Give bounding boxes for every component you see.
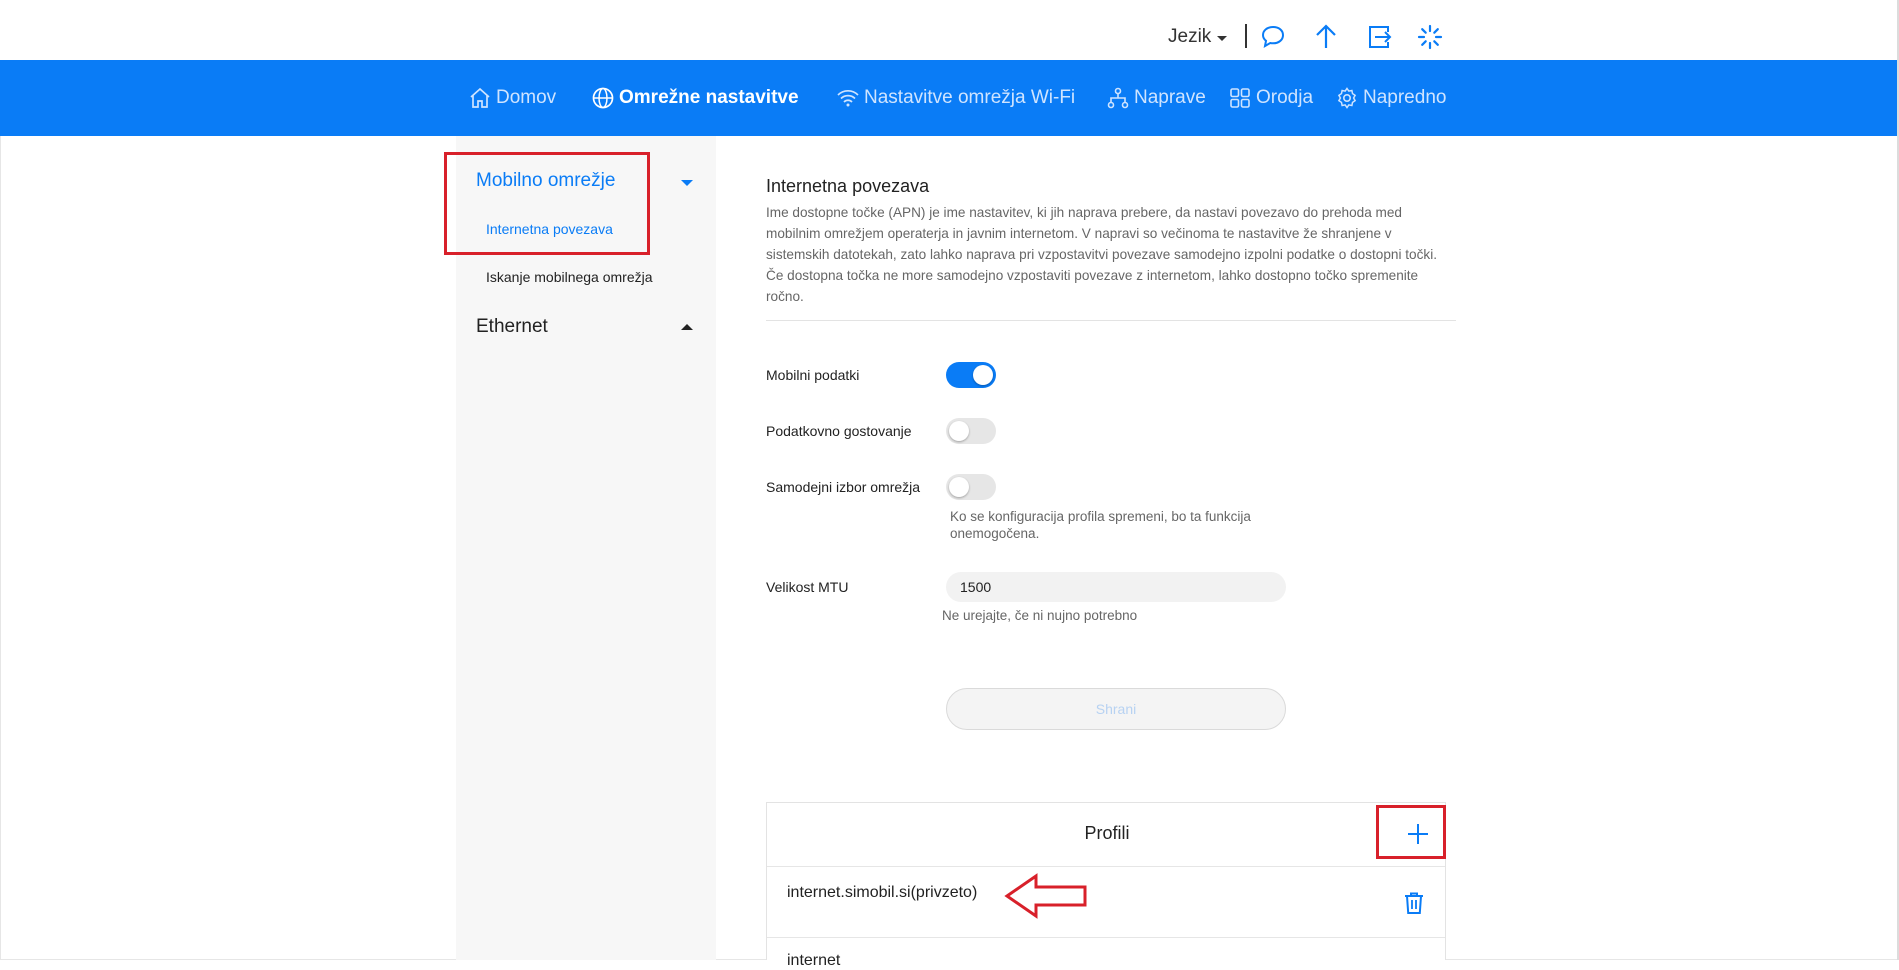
sidebar-item-label: Iskanje mobilnega omrežja <box>486 269 653 285</box>
divider <box>767 937 1445 938</box>
auto-network-toggle[interactable] <box>946 474 996 500</box>
devices-icon <box>1107 87 1129 109</box>
toggle-knob <box>949 421 969 441</box>
profiles-title: Profili <box>1084 823 1130 843</box>
mtu-input[interactable] <box>946 572 1286 602</box>
top-bar: Jezik <box>0 0 1899 60</box>
annotation-highlight-box <box>1376 805 1446 859</box>
nav-item-network-settings[interactable]: Omrežne nastavitve <box>591 60 799 136</box>
mobile-data-toggle[interactable] <box>946 362 996 388</box>
nav-item-advanced[interactable]: Napredno <box>1335 60 1446 136</box>
page-description: Ime dostopne točke (APN) je ime nastavit… <box>766 205 1438 304</box>
chevron-down-icon <box>1217 36 1228 41</box>
upload-icon[interactable] <box>1311 22 1341 52</box>
chevron-up-icon[interactable] <box>681 324 693 330</box>
nav-item-label: Naprave <box>1134 87 1206 108</box>
sidebar: Mobilno omrežje Internetna povezava Iska… <box>456 136 716 960</box>
profiles-card: Profili internet.simobil.si(privzeto) in… <box>766 802 1446 969</box>
nav-item-label: Omrežne nastavitve <box>619 87 799 108</box>
mtu-label: Velikost MTU <box>766 579 849 595</box>
profile-name: internet <box>787 952 841 969</box>
divider <box>767 866 1445 867</box>
divider <box>766 320 1456 321</box>
nav-item-label: Orodja <box>1256 87 1314 108</box>
nav-item-label: Domov <box>496 87 557 108</box>
sidebar-item-network-search[interactable]: Iskanje mobilnega omrežja <box>486 269 653 285</box>
language-label: Jezik <box>1168 26 1212 47</box>
auto-network-label: Samodejni izbor omrežja <box>766 479 921 495</box>
nav-item-home[interactable]: Domov <box>468 60 556 136</box>
annotation-highlight-box <box>444 152 650 255</box>
mtu-hint: Ne urejajte, če ni nujno potrebno <box>942 608 1138 623</box>
sidebar-group-ethernet[interactable]: Ethernet <box>476 316 548 338</box>
language-selector[interactable]: Jezik <box>1168 26 1228 48</box>
chat-icon[interactable] <box>1258 22 1288 52</box>
mobile-data-label: Mobilni podatki <box>766 367 860 383</box>
roaming-label: Podatkovno gostovanje <box>766 423 912 439</box>
divider <box>1245 24 1247 48</box>
wifi-icon <box>837 89 859 107</box>
sidebar-group-label: Ethernet <box>476 316 548 337</box>
toggle-knob <box>949 477 969 497</box>
profile-item[interactable]: internet <box>787 952 840 970</box>
trash-icon[interactable] <box>1403 891 1425 915</box>
page-title: Internetna povezava <box>766 176 930 196</box>
loading-icon <box>1417 24 1443 50</box>
roaming-toggle[interactable] <box>946 418 996 444</box>
profile-item[interactable]: internet.simobil.si(privzeto) <box>787 884 977 902</box>
annotation-arrow-icon <box>1004 873 1087 919</box>
toggle-knob <box>973 365 993 385</box>
globe-icon <box>592 87 614 109</box>
logout-icon[interactable] <box>1364 22 1394 52</box>
main-nav: Domov Omrežne nastavitve Nastavitve omre… <box>0 60 1899 136</box>
auto-network-hint: Ko se konfiguracija profila spremeni, bo… <box>950 509 1251 541</box>
nav-item-label: Nastavitve omrežja Wi-Fi <box>864 87 1076 108</box>
nav-item-wifi-settings[interactable]: Nastavitve omrežja Wi-Fi <box>836 60 1075 136</box>
chevron-down-icon[interactable] <box>681 180 693 186</box>
save-button[interactable]: Shrani <box>946 688 1286 730</box>
profile-name: internet.simobil.si(privzeto) <box>787 884 978 901</box>
gear-icon <box>1337 87 1357 109</box>
nav-item-label: Napredno <box>1363 87 1447 108</box>
home-icon <box>470 87 490 108</box>
tools-icon <box>1230 88 1250 108</box>
nav-item-devices[interactable]: Naprave <box>1106 60 1206 136</box>
nav-item-tools[interactable]: Orodja <box>1228 60 1313 136</box>
